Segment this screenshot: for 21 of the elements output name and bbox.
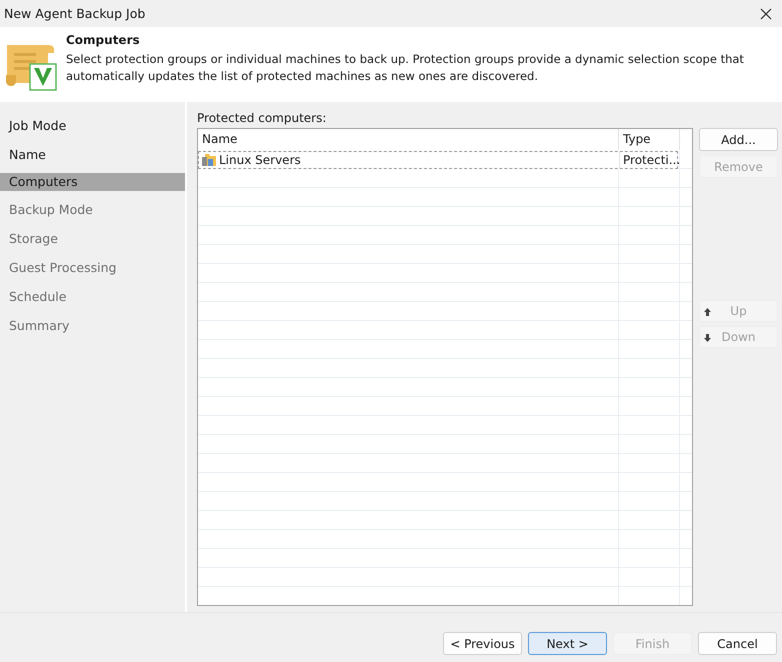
step-item[interactable]: Name [0, 144, 185, 165]
arrow-up-icon [704, 308, 711, 316]
column-header[interactable]: Name [198, 129, 619, 150]
wizard-button[interactable]: Cancel [698, 632, 777, 655]
table-row[interactable]: Linux Servers Protecti... [198, 151, 678, 169]
step-item[interactable]: Computers [0, 173, 185, 191]
table-cell-text: Protecti... [623, 152, 680, 169]
column-header[interactable]: Type [619, 129, 680, 150]
server-folder-icon [201, 153, 217, 167]
step-item[interactable]: Job Mode [0, 115, 185, 136]
side-button[interactable]: Add... [699, 128, 778, 151]
computers-table[interactable]: Name Type Linux Servers Protecti... [197, 128, 693, 606]
close-icon[interactable] [760, 8, 772, 20]
table-cell-text: Linux Servers [219, 152, 301, 169]
wizard-button[interactable]: Next > [528, 632, 607, 655]
wizard-button[interactable]: < Previous [443, 632, 522, 655]
window-title: New Agent Backup Job [4, 6, 146, 21]
arrow-down-icon [704, 334, 711, 342]
table-label: Protected computers: [197, 111, 328, 125]
page-description: Select protection groups or individual machines to back up. Protection groups provide a dynamic selection scope that automatically updates the list of protected machines as new ones are discovered. [66, 51, 745, 85]
page-heading: Computers [66, 33, 141, 47]
